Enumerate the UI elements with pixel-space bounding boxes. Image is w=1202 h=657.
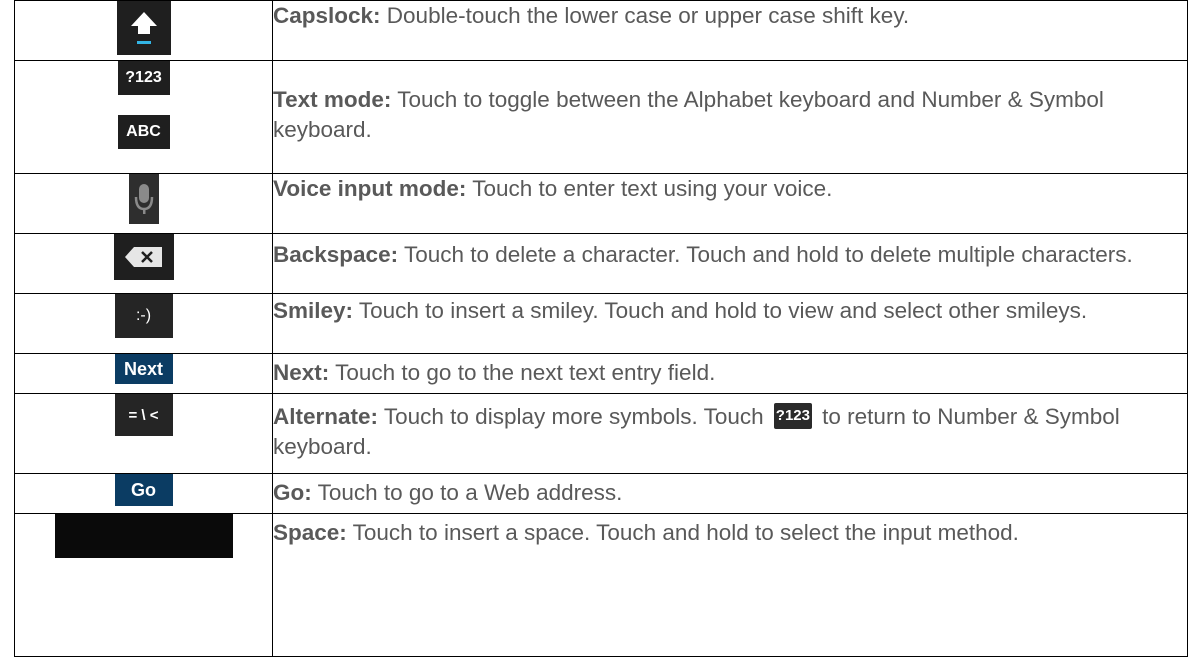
icon-cell [14, 173, 273, 234]
term-label: Alternate: [273, 404, 379, 429]
description-cell: Alternate: Touch to display more symbols… [272, 393, 1188, 474]
text-mode-abc-key-icon: ABC [117, 115, 170, 149]
description-cell: Next: Touch to go to the next text entry… [272, 353, 1188, 394]
icon-cell [14, 0, 273, 61]
icon-cell: Go [14, 473, 273, 514]
table-row: Go Go: Touch to go to a Web address. [14, 473, 1188, 514]
backspace-key-icon [113, 234, 174, 280]
term-label: Text mode: [273, 87, 392, 112]
description-cell: Space: Touch to insert a space. Touch an… [272, 513, 1188, 657]
description-text: Touch to enter text using your voice. [466, 176, 833, 201]
description-cell: Backspace: Touch to delete a character. … [272, 233, 1188, 294]
table-row: ?123 ABC Text mode: Touch to toggle betw… [14, 60, 1188, 174]
description-text: Touch to go to a Web address. [311, 480, 623, 505]
term-label: Next: [273, 360, 330, 385]
text-mode-123-key-icon: ?123 [117, 61, 170, 95]
table-row: Capslock: Double-touch the lower case or… [14, 0, 1188, 61]
term-label: Backspace: [273, 242, 399, 267]
icon-cell: ?123 ABC [14, 60, 273, 174]
table-row: Backspace: Touch to delete a character. … [14, 233, 1188, 294]
icon-cell: Next [14, 353, 273, 394]
keyboard-keys-table: Capslock: Double-touch the lower case or… [14, 0, 1188, 657]
alternate-key-icon: = \ < [114, 394, 173, 436]
next-key-icon: Next [114, 354, 173, 384]
icon-cell: = \ < [14, 393, 273, 474]
term-label: Smiley: [273, 298, 354, 323]
description-cell: Text mode: Touch to toggle between the A… [272, 60, 1188, 174]
term-label: Go: [273, 480, 312, 505]
inline-123-key-icon: ?123 [773, 403, 812, 430]
description-cell: Go: Touch to go to a Web address. [272, 473, 1188, 514]
description-text: Touch to display more symbols. Touch [378, 404, 770, 429]
description-text: Touch to toggle between the Alphabet key… [273, 87, 1104, 142]
table-row: Next Next: Touch to go to the next text … [14, 353, 1188, 394]
table-row: :-) Smiley: Touch to insert a smiley. To… [14, 293, 1188, 354]
description-text: Double-touch the lower case or upper cas… [380, 3, 910, 28]
icon-cell: :-) [14, 293, 273, 354]
table-row: Space: Touch to insert a space. Touch an… [14, 513, 1188, 657]
description-text: Touch to delete a character. Touch and h… [398, 242, 1133, 267]
microphone-key-icon [128, 174, 159, 224]
description-cell: Capslock: Double-touch the lower case or… [272, 0, 1188, 61]
smiley-key-icon: :-) [114, 294, 173, 338]
table-row: = \ < Alternate: Touch to display more s… [14, 393, 1188, 474]
term-label: Capslock: [273, 3, 381, 28]
description-cell: Voice input mode: Touch to enter text us… [272, 173, 1188, 234]
term-label: Voice input mode: [273, 176, 467, 201]
description-cell: Smiley: Touch to insert a smiley. Touch … [272, 293, 1188, 354]
go-key-icon: Go [114, 474, 173, 506]
table-row: Voice input mode: Touch to enter text us… [14, 173, 1188, 234]
icon-cell [14, 513, 273, 657]
description-text: Touch to insert a space. Touch and hold … [346, 520, 1019, 545]
space-key-icon [54, 514, 233, 558]
description-text: Touch to go to the next text entry field… [329, 360, 716, 385]
capslock-key-icon [116, 1, 171, 55]
icon-cell [14, 233, 273, 294]
description-text: Touch to insert a smiley. Touch and hold… [353, 298, 1088, 323]
term-label: Space: [273, 520, 347, 545]
